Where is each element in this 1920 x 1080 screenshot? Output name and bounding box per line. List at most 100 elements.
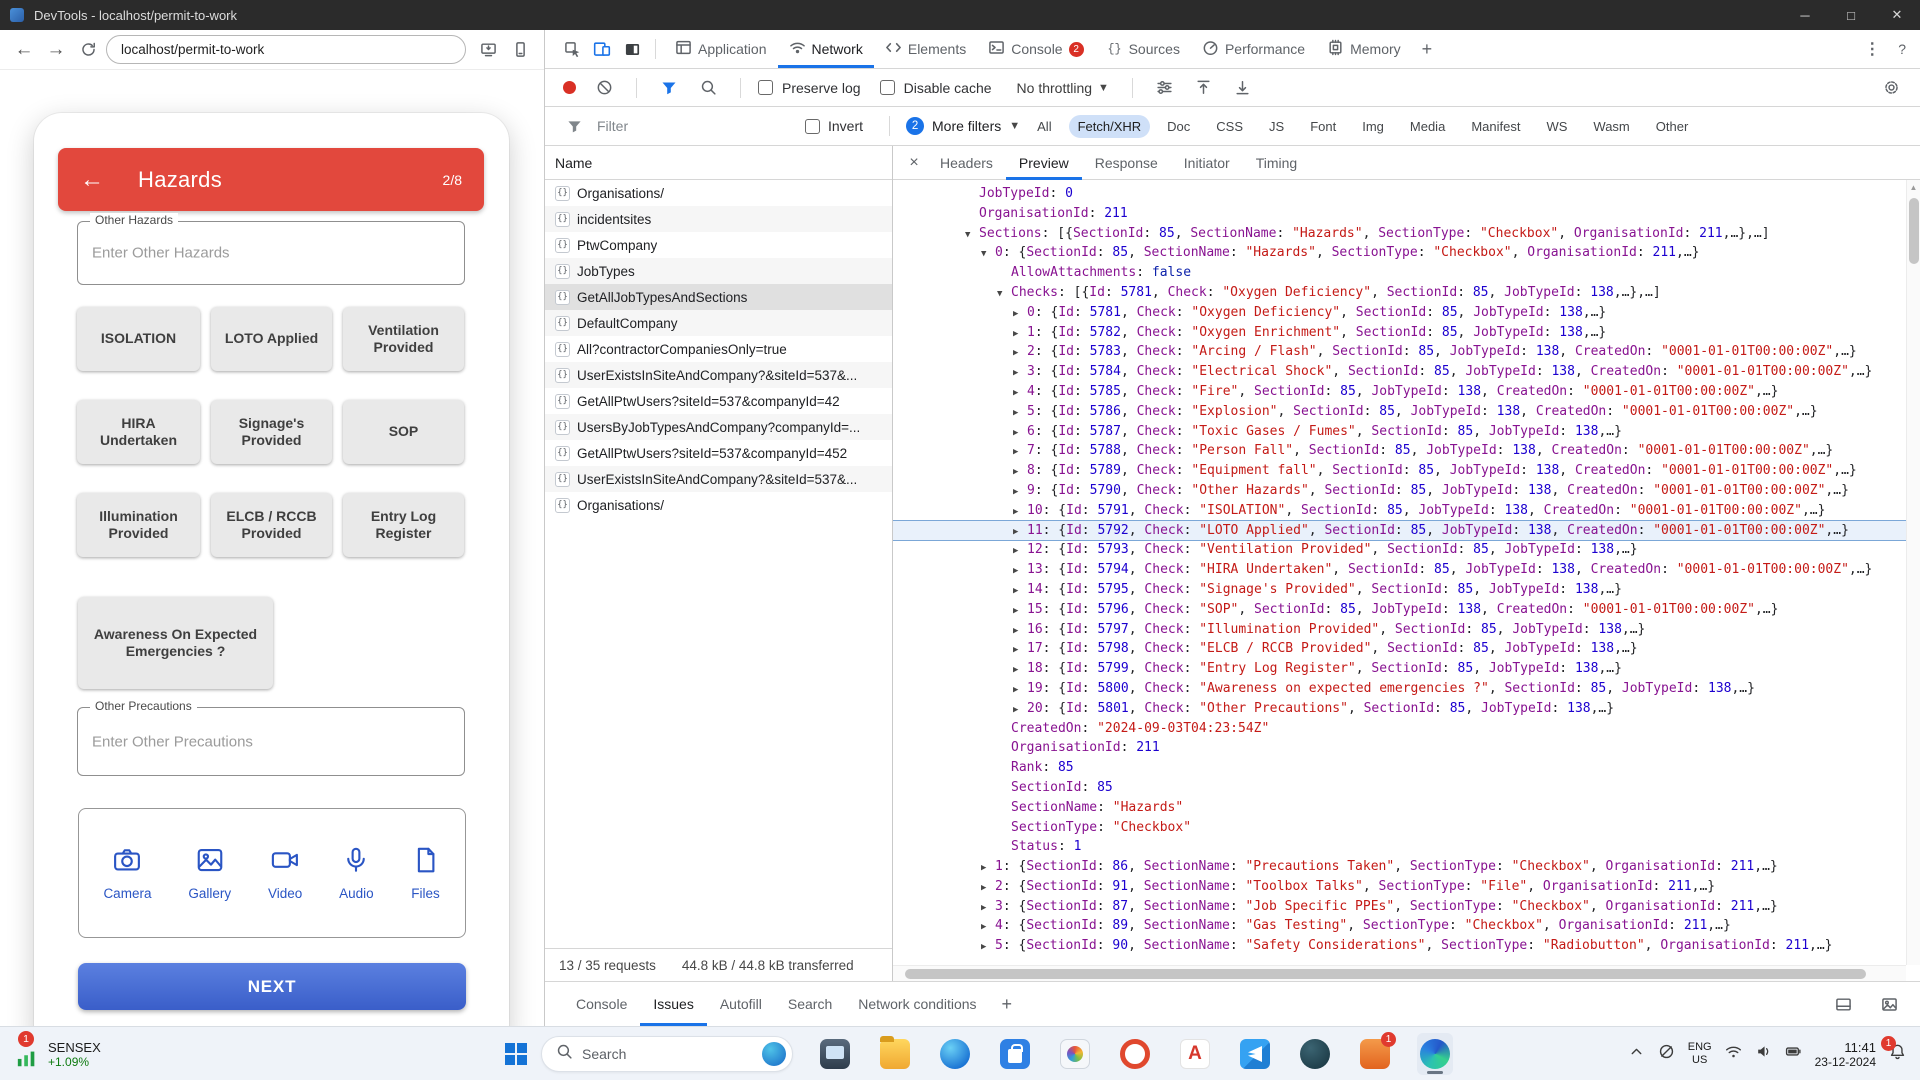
export-har-icon[interactable] xyxy=(1228,73,1258,103)
filter-chip[interactable]: All xyxy=(1028,115,1060,138)
filter-toggle-icon[interactable] xyxy=(654,73,684,103)
expanded-arrow-icon[interactable]: ▼ xyxy=(965,226,979,246)
json-tree-row[interactable]: ▶4: {Id: 5785, Check: "Fire", SectionId:… xyxy=(893,382,1906,402)
filter-chip[interactable]: Media xyxy=(1401,115,1454,138)
dock-side-icon[interactable] xyxy=(617,34,647,64)
json-tree-row[interactable]: ▶2: {SectionId: 91, SectionName: "Toolbo… xyxy=(893,877,1906,897)
network-request-row[interactable]: {}Organisations/ xyxy=(545,492,892,518)
network-request-row[interactable]: {}JobTypes xyxy=(545,258,892,284)
json-tree-row[interactable]: CreatedOn: "2024-09-03T04:23:54Z" xyxy=(893,719,1906,739)
drawer-tab-console[interactable]: Console xyxy=(563,982,640,1026)
file-explorer[interactable] xyxy=(877,1033,913,1075)
detail-tab-headers[interactable]: Headers xyxy=(927,146,1006,180)
collapsed-arrow-icon[interactable]: ▶ xyxy=(1013,305,1027,325)
other-precautions-field[interactable]: Other Precautions Enter Other Precaution… xyxy=(77,707,465,776)
tab-network[interactable]: Network xyxy=(778,30,874,68)
back-arrow-icon[interactable]: ← xyxy=(80,168,104,192)
json-tree-row[interactable]: ▶7: {Id: 5788, Check: "Person Fall", Sec… xyxy=(893,441,1906,461)
filter-chip[interactable]: CSS xyxy=(1207,115,1252,138)
volume-icon[interactable] xyxy=(1755,1043,1772,1065)
back-icon[interactable]: ← xyxy=(8,35,40,65)
horizontal-scrollbar[interactable] xyxy=(893,965,1906,981)
json-tree-row[interactable]: ▶11: {Id: 5792, Check: "LOTO Applied", S… xyxy=(893,521,1906,541)
expanded-arrow-icon[interactable]: ▼ xyxy=(997,285,1011,305)
tab-memory[interactable]: Memory xyxy=(1316,30,1412,68)
drawer-tab-issues[interactable]: Issues xyxy=(640,982,706,1026)
collapsed-arrow-icon[interactable]: ▶ xyxy=(981,879,995,899)
json-tree-row[interactable]: ▶2: {Id: 5783, Check: "Arcing / Flash", … xyxy=(893,342,1906,362)
network-request-row[interactable]: {}UsersByJobTypesAndCompany?companyId=..… xyxy=(545,414,892,440)
more-options-icon[interactable]: ⋮ xyxy=(1864,39,1880,59)
collapsed-arrow-icon[interactable]: ▶ xyxy=(1013,661,1027,681)
json-tree-row[interactable]: JobTypeId: 0 xyxy=(893,184,1906,204)
remote-desktop-app[interactable] xyxy=(817,1033,853,1075)
drawer-tab-network-conditions[interactable]: Network conditions xyxy=(845,982,989,1026)
disable-cache-checkbox[interactable] xyxy=(880,80,895,95)
network-request-row[interactable]: {}All?contractorCompaniesOnly=true xyxy=(545,336,892,362)
network-request-row[interactable]: {}GetAllJobTypesAndSections xyxy=(545,284,892,310)
collapsed-arrow-icon[interactable]: ▶ xyxy=(1013,562,1027,582)
scroll-up-icon[interactable]: ▲ xyxy=(1907,180,1920,192)
battery-icon[interactable] xyxy=(1785,1043,1802,1065)
clear-icon[interactable] xyxy=(589,73,619,103)
hazard-button[interactable]: SOP xyxy=(343,400,464,464)
filter-chip[interactable]: Other xyxy=(1647,115,1698,138)
collapsed-arrow-icon[interactable]: ▶ xyxy=(1013,582,1027,602)
notifications-bell[interactable]: 1 xyxy=(1889,1043,1910,1065)
vertical-scrollbar[interactable]: ▲ xyxy=(1906,180,1920,965)
hazard-button[interactable]: HIRA Undertaken xyxy=(77,400,200,464)
device-toolbar-icon[interactable] xyxy=(587,34,617,64)
media-item-gallery[interactable]: Gallery xyxy=(188,845,231,901)
hazard-button[interactable]: ELCB / RCCB Provided xyxy=(211,493,332,557)
help-icon[interactable]: ? xyxy=(1898,41,1906,57)
requests-column-header[interactable]: Name xyxy=(545,146,892,180)
json-tree-row[interactable]: ▼Sections: [{SectionId: 85, SectionName:… xyxy=(893,224,1906,244)
json-tree-row[interactable]: ▶9: {Id: 5790, Check: "Other Hazards", S… xyxy=(893,481,1906,501)
filter-chip[interactable]: Img xyxy=(1353,115,1393,138)
json-tree-row[interactable]: ▶6: {Id: 5787, Check: "Toxic Gases / Fum… xyxy=(893,422,1906,442)
tray-chevron-icon[interactable] xyxy=(1628,1043,1645,1065)
json-tree-row[interactable]: ▶1: {SectionId: 86, SectionName: "Precau… xyxy=(893,857,1906,877)
screencast-icon[interactable] xyxy=(504,35,536,65)
collapsed-arrow-icon[interactable]: ▶ xyxy=(1013,364,1027,384)
json-tree-row[interactable]: ▶5: {SectionId: 90, SectionName: "Safety… xyxy=(893,936,1906,956)
collapsed-arrow-icon[interactable]: ▶ xyxy=(1013,483,1027,503)
start-button[interactable] xyxy=(505,1043,527,1065)
json-tree-row[interactable]: ▶20: {Id: 5801, Check: "Other Precaution… xyxy=(893,699,1906,719)
throttling-dropdown[interactable]: No throttling ▼ xyxy=(1017,80,1109,96)
json-tree-row[interactable]: OrganisationId: 211 xyxy=(893,738,1906,758)
json-tree-row[interactable]: ▶19: {Id: 5800, Check: "Awareness on exp… xyxy=(893,679,1906,699)
microsoft-store[interactable] xyxy=(997,1033,1033,1075)
json-tree-row[interactable]: ▶12: {Id: 5793, Check: "Ventilation Prov… xyxy=(893,540,1906,560)
collapsed-arrow-icon[interactable]: ▶ xyxy=(981,859,995,879)
more-filters-label[interactable]: More filters xyxy=(932,118,1001,134)
json-tree-row[interactable]: ▶10: {Id: 5791, Check: "ISOLATION", Sect… xyxy=(893,501,1906,521)
json-tree-row[interactable]: ▶5: {Id: 5786, Check: "Explosion", Secti… xyxy=(893,402,1906,422)
media-item-files[interactable]: Files xyxy=(411,845,441,901)
json-tree-row[interactable]: ▶15: {Id: 5796, Check: "SOP", SectionId:… xyxy=(893,600,1906,620)
expanded-arrow-icon[interactable]: ▼ xyxy=(981,245,995,265)
other-hazards-field[interactable]: Other Hazards Enter Other Hazards xyxy=(77,221,465,285)
network-request-row[interactable]: {}Organisations/ xyxy=(545,180,892,206)
filter-chip[interactable]: JS xyxy=(1260,115,1293,138)
next-button[interactable]: NEXT xyxy=(78,963,466,1010)
record-icon[interactable] xyxy=(563,81,576,94)
collapsed-arrow-icon[interactable]: ▶ xyxy=(1013,602,1027,622)
json-tree-row[interactable]: ▶3: {Id: 5784, Check: "Electrical Shock"… xyxy=(893,362,1906,382)
scrollbar-thumb[interactable] xyxy=(1909,198,1919,264)
hazard-button[interactable]: Signage's Provided xyxy=(211,400,332,464)
more-drawer-tabs-icon[interactable]: + xyxy=(990,994,1025,1015)
hazard-button[interactable]: Entry Log Register xyxy=(343,493,464,557)
vs-code[interactable] xyxy=(1237,1033,1273,1075)
filter-chip[interactable]: Wasm xyxy=(1584,115,1638,138)
collapsed-arrow-icon[interactable]: ▶ xyxy=(1013,463,1027,483)
json-tree-row[interactable]: ▶1: {Id: 5782, Check: "Oxygen Enrichment… xyxy=(893,323,1906,343)
detail-tab-initiator[interactable]: Initiator xyxy=(1171,146,1243,180)
language-indicator[interactable]: ENG US xyxy=(1688,1041,1712,1066)
json-tree-row[interactable]: Rank: 85 xyxy=(893,758,1906,778)
filter-chip[interactable]: WS xyxy=(1537,115,1576,138)
network-request-row[interactable]: {}UserExistsInSiteAndCompany?&siteId=537… xyxy=(545,466,892,492)
hazard-button[interactable]: Ventilation Provided xyxy=(343,307,464,371)
install-app-icon[interactable] xyxy=(472,35,504,65)
json-tree-row[interactable]: SectionName: "Hazards" xyxy=(893,798,1906,818)
